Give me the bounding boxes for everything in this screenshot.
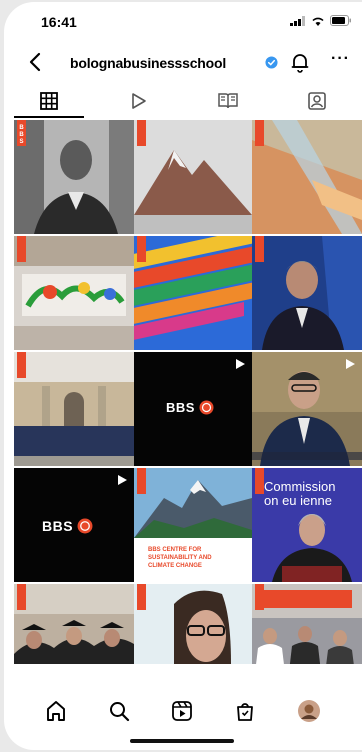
bbs-tag (17, 352, 26, 378)
profile-username: bolognabusinessschool (70, 55, 227, 71)
signal-icon (290, 15, 305, 26)
post-image (252, 236, 362, 350)
bbs-tag (255, 584, 264, 610)
commission-line-2a: on eu (264, 493, 297, 508)
more-options-icon[interactable]: ··· (331, 50, 350, 68)
post-panel[interactable] (252, 584, 362, 664)
post-image (14, 236, 134, 350)
commission-line-1: Commission (264, 479, 336, 494)
post-bbs-logo[interactable]: BBS (14, 468, 134, 582)
commission-title: Commission on eu ienne (264, 480, 336, 508)
profile-header: bolognabusinessschool ··· (4, 46, 362, 82)
post-speaker-reel[interactable] (252, 352, 362, 466)
bbs-tag (137, 584, 146, 610)
bbs-tag: B B S (17, 120, 26, 146)
reels-icon (132, 93, 147, 109)
back-arrow-icon[interactable] (24, 50, 48, 74)
posts-grid: B B S BBS BBS BBS CENTRE FOR SUSTAINABIL… (14, 120, 362, 664)
tab-tagged[interactable] (273, 84, 362, 118)
bbs-tag (137, 120, 146, 146)
post-image (14, 352, 134, 466)
post-glass[interactable] (252, 120, 362, 234)
grid-icon (39, 92, 58, 110)
bbs-tag (17, 584, 26, 610)
post-image (134, 468, 252, 538)
svg-text:S: S (19, 139, 23, 145)
bottom-nav (4, 688, 362, 734)
bbs-seal-icon (199, 400, 214, 415)
svg-text:B: B (19, 132, 24, 138)
bbs-tag (255, 468, 264, 494)
verified-badge-icon (265, 56, 278, 69)
notification-bell-icon[interactable] (289, 51, 311, 73)
bbs-seal-icon (77, 518, 93, 534)
reel-play-icon (346, 359, 355, 369)
post-mural[interactable] (14, 236, 134, 350)
post-commission[interactable]: Commission on eu ienne (252, 468, 362, 582)
status-icons (290, 15, 352, 26)
profile-avatar[interactable] (297, 699, 321, 723)
battery-icon (330, 15, 351, 26)
post-bbs-reel[interactable]: BBS (134, 352, 252, 466)
bbs-logo-text: BBS (166, 400, 195, 415)
profile-tabs (4, 84, 362, 118)
commission-line-2b: ienne (300, 493, 332, 508)
status-time: 16:41 (41, 14, 77, 30)
status-bar: 16:41 (4, 2, 362, 42)
shop-icon[interactable] (234, 700, 256, 722)
post-mountain[interactable] (134, 120, 252, 234)
guides-icon (218, 93, 238, 109)
bbs-tag (255, 236, 264, 262)
tab-grid[interactable] (4, 84, 94, 118)
post-image (252, 584, 362, 664)
post-image (134, 120, 252, 234)
reel-play-icon (236, 359, 245, 369)
reels-nav-icon[interactable] (171, 700, 193, 722)
bbs-logo: BBS (42, 518, 93, 534)
bbs-logo: BBS (166, 400, 214, 415)
bbs-tag (255, 120, 264, 146)
tagged-icon (308, 92, 327, 110)
post-caption: BBS CENTRE FOR SUSTAINABILITY AND CLIMAT… (148, 547, 212, 569)
post-group-photo[interactable] (14, 352, 134, 466)
post-image (14, 120, 134, 234)
bbs-tag (137, 236, 146, 262)
bbs-tag (137, 468, 146, 494)
search-icon[interactable] (108, 700, 130, 722)
reel-play-icon (118, 475, 127, 485)
phone-screen: 16:41 bolognabusinessschool ··· B B S BB… (4, 2, 362, 750)
post-pencils[interactable] (134, 236, 252, 350)
bbs-tag (17, 236, 26, 262)
tab-guides[interactable] (183, 84, 273, 118)
commission-line-2: on eu ienne (264, 494, 336, 508)
home-icon[interactable] (45, 700, 67, 722)
post-image (134, 236, 252, 350)
post-woman-glasses[interactable] (134, 584, 252, 664)
wifi-icon (312, 17, 324, 26)
post-portrait[interactable]: B B S (14, 120, 134, 234)
tab-reels[interactable] (94, 84, 184, 118)
svg-text:B: B (19, 125, 24, 131)
post-image (252, 120, 362, 234)
post-speaker[interactable] (252, 236, 362, 350)
post-graduates[interactable] (14, 584, 134, 664)
home-indicator (130, 739, 234, 743)
post-image (134, 584, 252, 664)
post-mountain-snow[interactable]: BBS CENTRE FOR SUSTAINABILITY AND CLIMAT… (134, 468, 252, 582)
post-image (14, 584, 134, 664)
bbs-logo-text: BBS (42, 518, 74, 534)
